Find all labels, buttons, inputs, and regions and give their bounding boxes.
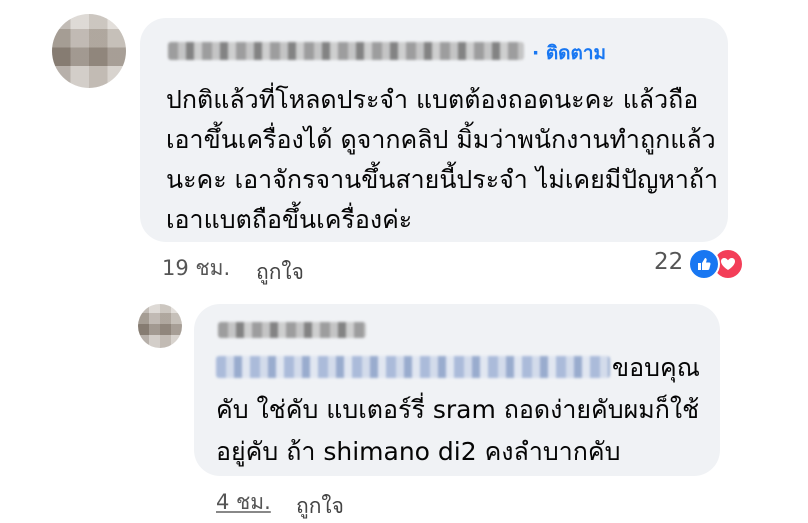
replier-name-blurred[interactable] xyxy=(218,322,366,338)
reply-timestamp[interactable]: 4 ชม. xyxy=(216,486,271,519)
follow-link[interactable]: · ติดตาม xyxy=(532,38,606,68)
replier-avatar[interactable] xyxy=(138,304,182,348)
comment-timestamp[interactable]: 19 ชม. xyxy=(162,252,230,285)
comment-text-line-2: เอาขึ้นเครื่องได้ ดูจากคลิป มิ้มว่าพนักง… xyxy=(166,125,716,154)
mentioned-user-blurred[interactable] xyxy=(216,356,610,378)
reaction-count[interactable]: 22 xyxy=(654,249,683,275)
comment-bubble: · ติดตาม ปกติแล้วที่โหลดประจำ แบตต้องถอด… xyxy=(140,18,728,242)
comment-text-line-3: นะคะ เอาจักรจานขึ้นสายนี้ประจำ ไม่เคยมีป… xyxy=(166,165,719,194)
reply-like-button[interactable]: ถูกใจ xyxy=(296,490,344,523)
comment-text-line-1: ปกติแล้วที่โหลดประจำ แบตต้องถอดนะคะ แล้ว… xyxy=(166,85,699,114)
reply-text-line-3: อยู่คับ ถ้า shimano di2 คงลำบากคับ xyxy=(216,437,621,466)
like-icon[interactable] xyxy=(688,248,720,280)
reply-bubble: ขอบคุณ คับ ใช่คับ แบเตอร์รี่ sram ถอดง่า… xyxy=(194,304,720,476)
reply-text-line-1: ขอบคุณ xyxy=(612,353,700,382)
comment-text-line-4: เอาแบตถือขึ้นเครื่องค่ะ xyxy=(166,205,413,234)
commenter-name-blurred[interactable] xyxy=(168,42,524,60)
comment-like-button[interactable]: ถูกใจ xyxy=(256,256,304,289)
commenter-avatar[interactable] xyxy=(52,14,126,88)
reply-text-line-2: คับ ใช่คับ แบเตอร์รี่ sram ถอดง่ายคับผมก… xyxy=(216,395,700,424)
